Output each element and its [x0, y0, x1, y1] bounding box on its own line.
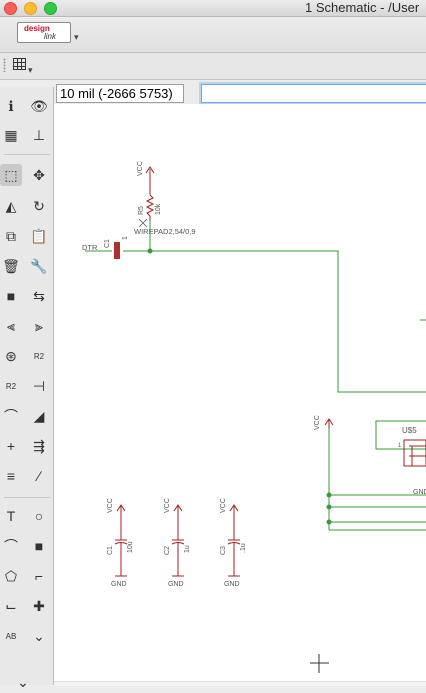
c3-value-label: .1u — [240, 543, 247, 553]
dtr-label: DTR — [82, 243, 98, 252]
eye-icon[interactable]: 👁 — [28, 95, 50, 117]
wirepad-label: WIREPAD2,54/0,9 — [134, 227, 196, 236]
gnd-label-c2: GND — [168, 581, 184, 588]
capacitor-c1[interactable] — [114, 504, 128, 577]
c1-value-label: 10u — [127, 541, 134, 553]
u5-gnd-label: GND — [413, 489, 426, 496]
optimize-icon[interactable]: + — [0, 435, 22, 457]
c1-series-capacitor[interactable] — [114, 242, 120, 259]
label-icon[interactable]: AB — [0, 625, 22, 647]
c1-series-name: C1 — [104, 239, 111, 248]
c1-series-pin: 1 — [122, 236, 129, 240]
vcc-symbol-r5[interactable] — [145, 166, 155, 221]
value-icon[interactable]: R2 — [28, 345, 50, 367]
horizontal-scrollbar[interactable] — [54, 681, 426, 686]
grid-icon[interactable] — [13, 58, 26, 70]
gate-swap-icon[interactable]: ⫸ — [28, 315, 50, 337]
secondary-toolbar — [0, 53, 426, 80]
design-link-dropdown-icon[interactable]: ▾ — [74, 32, 79, 43]
toolbar-grip — [3, 58, 6, 72]
net-icon[interactable]: ⌙ — [0, 595, 22, 617]
main-toolbar: design link ▾ — [0, 17, 426, 53]
close-window-button[interactable] — [4, 2, 17, 15]
schematic-drawing[interactable]: VCC R5 10k WIREPAD2,54/0,9 C1 1 DTR VCC … — [54, 104, 426, 685]
miter-icon[interactable]: ⌒ — [0, 405, 22, 427]
rect-icon[interactable]: ■ — [28, 535, 50, 557]
split-line-icon[interactable]: ◢ — [28, 405, 50, 427]
text-icon[interactable]: T — [0, 505, 22, 527]
design-link-button[interactable]: design link — [17, 22, 71, 43]
mirror-icon[interactable]: ◭ — [0, 195, 22, 217]
wires — [85, 221, 426, 531]
gnd-label-c3: GND — [224, 581, 240, 588]
align-icon[interactable]: ≡ — [0, 465, 22, 487]
c3-name-label: C3 — [220, 546, 227, 555]
arc-icon[interactable]: ⌒ — [0, 535, 22, 557]
c2-value-label: 1u — [184, 545, 191, 553]
schematic-canvas[interactable]: VCC R5 10k WIREPAD2,54/0,9 C1 1 DTR VCC … — [54, 104, 426, 685]
replace-icon[interactable]: ⇆ — [28, 285, 50, 307]
mark-icon[interactable]: ⊥ — [28, 124, 50, 146]
logo-text-link: link — [44, 32, 57, 41]
u5-name-label: U$5 — [402, 426, 417, 435]
u5-chip-symbol[interactable] — [403, 439, 426, 467]
invoke-icon[interactable]: ⇶ — [28, 435, 50, 457]
vcc-label-u5: VCC — [314, 415, 321, 430]
vcc-label-c3: VCC — [220, 498, 227, 513]
copy-icon[interactable]: ⧉ — [0, 225, 22, 247]
info-icon[interactable]: ℹ — [0, 95, 22, 117]
r5-name-label: R5 — [138, 206, 145, 215]
capacitor-c3[interactable] — [227, 504, 241, 577]
vcc-label-r5: VCC — [137, 161, 144, 176]
smash-icon[interactable]: ⊛ — [0, 345, 22, 367]
toolbar-separator — [4, 497, 50, 498]
more-icon[interactable]: ⌄ — [12, 671, 34, 693]
junctions — [147, 248, 332, 525]
rotate-icon[interactable]: ↻ — [28, 195, 50, 217]
pin-swap-icon[interactable]: ⊣ — [28, 375, 50, 397]
capacitor-c2[interactable] — [171, 504, 185, 577]
bus-icon[interactable]: ⌐ — [28, 565, 50, 587]
select-group-icon[interactable]: ⬚ — [0, 164, 22, 186]
coordinate-display: 10 mil (-2666 5753) — [56, 84, 184, 103]
value-menu-icon[interactable]: R2 — [0, 375, 22, 397]
window-title: 1 Schematic - /User — [305, 0, 420, 15]
wrench-icon[interactable]: 🔧 — [28, 255, 50, 277]
split-icon[interactable]: ⫷ — [0, 315, 22, 337]
crosshair-cursor — [310, 654, 329, 673]
vcc-label-c2: VCC — [164, 498, 171, 513]
c1-name-label: C1 — [107, 546, 114, 555]
paste-icon[interactable]: 📋 — [28, 225, 50, 247]
title-bar: 1 Schematic - /User — [0, 0, 426, 17]
junction-icon[interactable]: ✚ — [28, 595, 50, 617]
polygon-icon[interactable]: ⬠ — [0, 565, 22, 587]
more-icon[interactable]: ⌄ — [28, 625, 50, 647]
move-icon[interactable]: ✥ — [28, 164, 50, 186]
gnd-label-c1: GND — [111, 581, 127, 588]
circle-icon[interactable]: ○ — [28, 505, 50, 527]
r5-value-label: 10k — [155, 203, 162, 215]
delete-icon[interactable]: 🗑 — [0, 255, 22, 277]
wirepad-symbol[interactable] — [138, 218, 148, 228]
u5-pin-label: 1 — [398, 443, 402, 449]
grid-dropdown-icon[interactable]: ▾ — [28, 65, 33, 76]
vcc-label-c1: VCC — [107, 498, 114, 513]
toolbar-separator — [4, 154, 50, 155]
command-input[interactable] — [201, 84, 426, 103]
vcc-symbol-u5[interactable] — [324, 418, 334, 428]
layers-icon[interactable]: ▦ — [0, 124, 22, 146]
minimize-window-button[interactable] — [24, 2, 37, 15]
add-part-icon[interactable]: ■ — [0, 285, 22, 307]
wire-icon[interactable]: ∕ — [28, 465, 50, 487]
zoom-window-button[interactable] — [44, 2, 57, 15]
c2-name-label: C2 — [164, 546, 171, 555]
